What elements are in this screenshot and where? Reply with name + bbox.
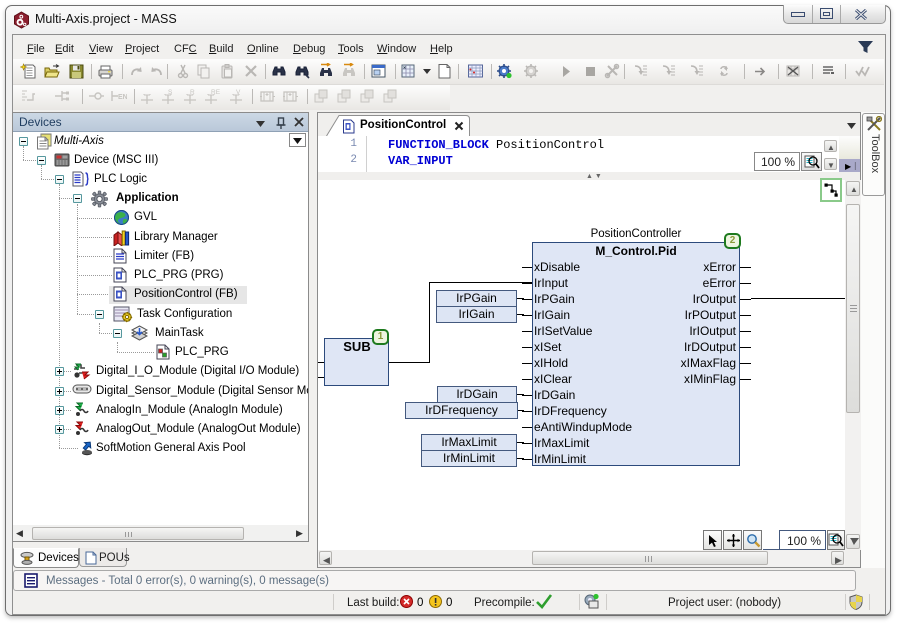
svg-text:REF: REF bbox=[211, 89, 220, 96]
svg-text:EN: EN bbox=[118, 94, 127, 101]
svg-text:V: V bbox=[236, 89, 241, 96]
svg-text:R: R bbox=[190, 89, 195, 96]
svg-text:S: S bbox=[168, 89, 173, 96]
